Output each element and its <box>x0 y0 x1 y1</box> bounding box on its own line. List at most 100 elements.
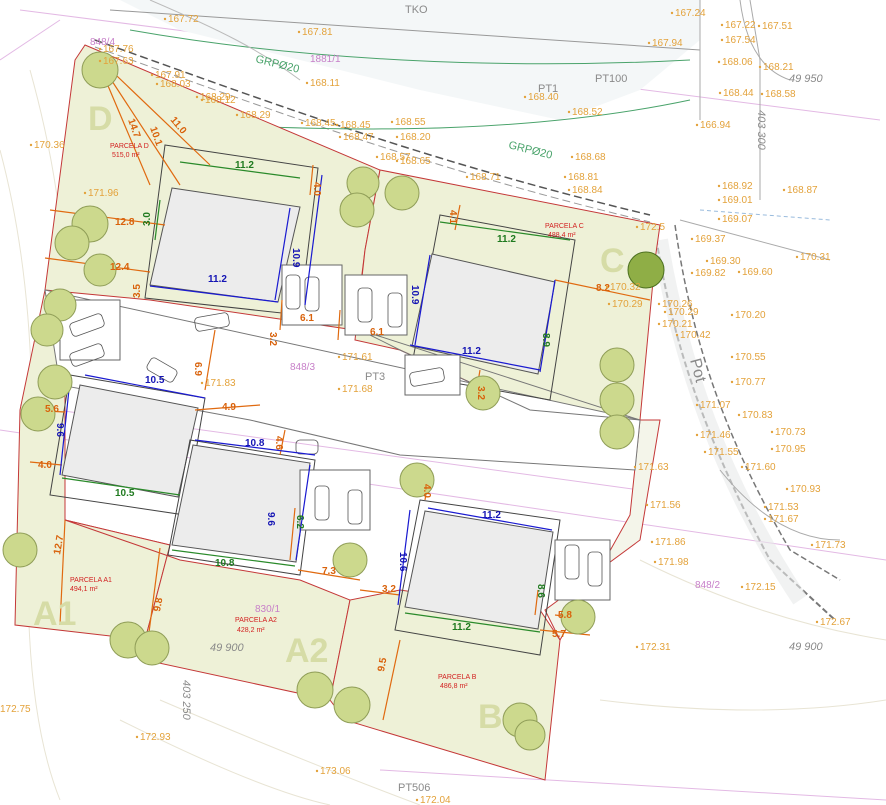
elevation-dot <box>717 60 721 64</box>
cadastral-label: 848/3 <box>290 362 315 373</box>
dim-label: 12.4 <box>110 262 130 273</box>
elevation-value: 172.15 <box>745 582 776 593</box>
elevation-value: 171.53 <box>768 502 799 513</box>
elevation-dot <box>567 110 571 114</box>
dim-label: 7.3 <box>322 566 336 577</box>
elevation-dot <box>670 11 674 15</box>
elevation-value: 167.72 <box>168 14 199 25</box>
elevation-dot <box>695 433 699 437</box>
parcel-d-area-text: 515,0 m² <box>112 152 140 159</box>
elevation-dot <box>465 175 469 179</box>
elevation-dot <box>300 121 304 125</box>
elevation-dot <box>810 543 814 547</box>
dim-label: 4.6 <box>273 436 284 450</box>
elevation-dot <box>633 465 637 469</box>
dim-label: 3.2 <box>382 584 396 595</box>
dim-label: 11.2 <box>482 510 501 521</box>
elevation-value: 170.36 <box>34 140 65 151</box>
elevation-dot <box>815 620 819 624</box>
elevation-value: 168.55 <box>395 117 426 128</box>
elevation-dot <box>770 447 774 451</box>
dim-label: 4.0 <box>421 484 432 498</box>
elevation-value: 170.83 <box>742 410 773 421</box>
elevation-dot <box>83 191 87 195</box>
elevation-value: 172.75 <box>0 704 31 715</box>
elevation-value: 168.47 <box>343 132 374 143</box>
elevation-dot <box>730 380 734 384</box>
elevation-value: 170.93 <box>790 484 821 495</box>
elevation-dot <box>195 95 199 99</box>
elevation-dot <box>200 381 204 385</box>
elevation-dot <box>737 413 741 417</box>
elevation-dot <box>645 503 649 507</box>
dim-label: 10.8 <box>215 558 235 569</box>
dim-label: 9.6 <box>54 423 65 437</box>
elevation-value: 171.96 <box>88 188 119 199</box>
parcel-a1-name: PARCELA A1 <box>70 577 112 584</box>
cadastral-label: 848/2 <box>695 580 720 591</box>
elevation-value: 168.87 <box>787 185 818 196</box>
cadastral-label: 830/1 <box>255 604 280 615</box>
elevation-dot <box>657 322 661 326</box>
elevation-value: 170.95 <box>775 444 806 455</box>
elevation-dot <box>98 47 102 51</box>
elevation-dot <box>717 217 721 221</box>
elevation-dot <box>337 355 341 359</box>
elevation-value: 170.29 <box>612 299 643 310</box>
elevation-dot <box>720 38 724 42</box>
elevation-value: 170.77 <box>735 377 766 388</box>
dim-label: 3.2 <box>267 332 278 346</box>
elevation-value: 168.92 <box>722 181 753 192</box>
elevation-dot <box>763 517 767 521</box>
grid-label: 403 300 <box>755 110 767 151</box>
elevation-value: 168.29 <box>200 92 231 103</box>
elevation-value: 168.45 <box>340 120 371 131</box>
elevation-value: 166.94 <box>700 120 731 131</box>
elevation-value: 171.73 <box>815 540 846 551</box>
elevation-dot <box>305 81 309 85</box>
grid-label: 403 250 <box>180 680 192 721</box>
elevation-value: 170.21 <box>662 319 693 330</box>
grid-label: 49 900 <box>789 641 824 653</box>
elevation-value: 170.32 <box>610 282 641 293</box>
elevation-dot <box>720 23 724 27</box>
elevation-value: 169.01 <box>722 195 753 206</box>
elevation-dot <box>675 333 679 337</box>
dim-label: 10.9 <box>409 285 420 305</box>
elevation-value: 170.42 <box>680 330 711 341</box>
elevation-value: 172.04 <box>420 795 451 805</box>
dim-label: 8.9 <box>540 333 551 347</box>
elevation-value: 168.03 <box>160 79 191 90</box>
dim-label: 10.8 <box>245 438 265 449</box>
elevation-dot <box>690 237 694 241</box>
elevation-value: 168.44 <box>723 88 754 99</box>
elevation-value: 172.67 <box>820 617 851 628</box>
elevation-dot <box>607 302 611 306</box>
dim-label: 10.5 <box>145 375 165 386</box>
elevation-value: 170.26 <box>662 299 693 310</box>
elevation-dot <box>703 450 707 454</box>
elevation-dot <box>635 225 639 229</box>
parcel-c-name: PARCELA C <box>545 223 584 230</box>
dim-label: 11.2 <box>208 274 227 285</box>
elevation-value: 171.61 <box>342 352 373 363</box>
elevation-dot <box>757 24 761 28</box>
site-plan-drawing: D C A1 A2 B PARCELA D 515,0 m² PARCELA C… <box>0 0 886 805</box>
elevation-value: 168.71 <box>470 172 501 183</box>
elevation-dot <box>523 95 527 99</box>
parcel-c-area-text: 488,4 m² <box>548 232 576 239</box>
elevation-dot <box>150 73 154 77</box>
elevation-dot <box>570 155 574 159</box>
parcel-a2-letter: A2 <box>285 632 328 670</box>
elevation-dot <box>782 188 786 192</box>
elevation-value: 167.94 <box>652 38 683 49</box>
dim-label: 6.1 <box>370 327 384 338</box>
elevation-dot <box>163 17 167 21</box>
parcel-a2-name: PARCELA A2 <box>235 617 277 624</box>
elevation-dot <box>98 59 102 63</box>
elevation-dot <box>763 505 767 509</box>
elevation-dot <box>690 271 694 275</box>
elevation-value: 168.20 <box>400 132 431 143</box>
elevation-value: 168.29 <box>240 110 271 121</box>
dim-label: 10.6 <box>397 552 408 572</box>
